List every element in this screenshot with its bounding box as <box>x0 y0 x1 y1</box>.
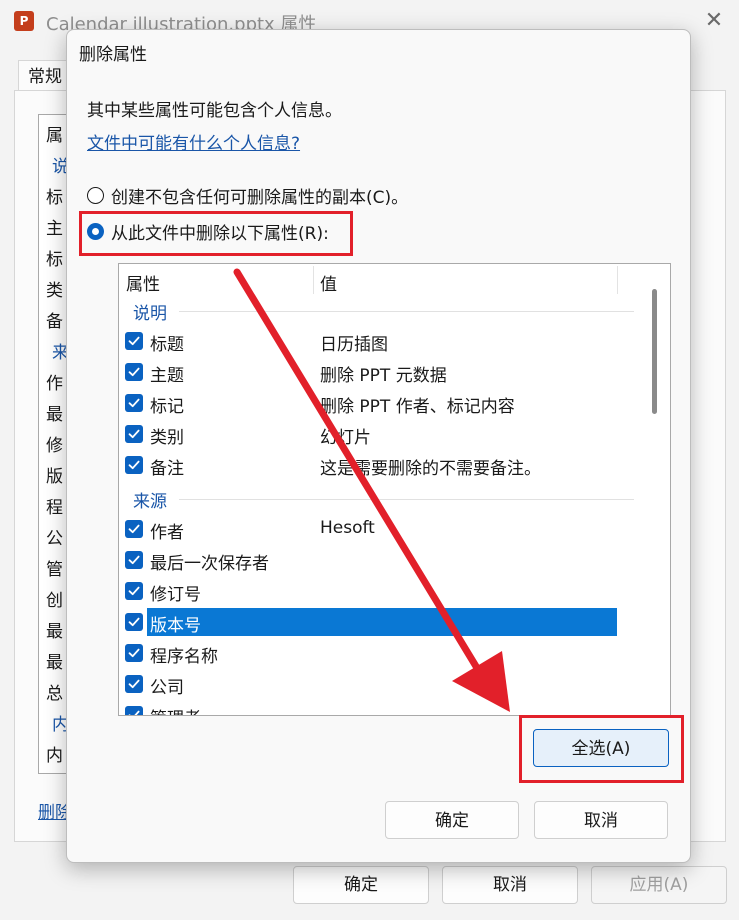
background-list-row: 公 <box>46 529 63 549</box>
cancel-button-background[interactable]: 取消 <box>442 866 578 904</box>
property-value: 删除 PPT 元数据 <box>320 366 447 386</box>
property-name: 版本号 <box>150 616 201 636</box>
background-list-row: 属 <box>46 126 63 146</box>
property-row[interactable]: 类别 幻灯片 <box>119 420 619 448</box>
property-checkbox[interactable] <box>125 394 143 412</box>
property-row[interactable]: 最后一次保存者 <box>119 546 619 574</box>
background-list-row: 标 <box>46 188 63 208</box>
column-header-property[interactable]: 属性 <box>126 270 160 295</box>
background-list-row: 版 <box>46 467 63 487</box>
column-header-value[interactable]: 值 <box>320 270 337 295</box>
highlight-box-select-all <box>519 715 684 783</box>
property-row[interactable]: 作者 Hesoft <box>119 515 619 543</box>
background-list-row: 最 <box>46 653 63 673</box>
background-list-row: 最 <box>46 622 63 642</box>
property-row[interactable]: 标题 日历插图 <box>119 327 619 355</box>
background-list-row: 最 <box>46 405 63 425</box>
cancel-button[interactable]: 取消 <box>534 801 668 839</box>
property-name: 最后一次保存者 <box>150 554 269 574</box>
ok-button-background[interactable]: 确定 <box>293 866 429 904</box>
background-list-row: 程 <box>46 498 63 518</box>
dialog-intro-text: 其中某些属性可能包含个人信息。 <box>87 101 342 121</box>
property-name: 主题 <box>150 366 184 386</box>
property-name-cell[interactable]: 程序名称 <box>147 639 617 667</box>
property-name: 类别 <box>150 428 184 448</box>
property-row[interactable]: 公司 <box>119 670 619 698</box>
property-row[interactable]: 修订号 <box>119 577 619 605</box>
property-name: 公司 <box>150 678 184 698</box>
property-row[interactable]: 版本号 <box>119 608 619 636</box>
vertical-scrollbar[interactable] <box>652 289 657 414</box>
close-icon[interactable]: ✕ <box>700 6 728 36</box>
section-label: 说明 <box>133 304 167 324</box>
property-row[interactable]: 程序名称 <box>119 639 619 667</box>
property-table: 属性 值 说明标题 日历插图主题 删除 PPT 元数据标记 删除 PPT 作者、标记内… <box>118 263 671 716</box>
property-name: 程序名称 <box>150 647 218 667</box>
remove-properties-dialog: 删除属性 其中某些属性可能包含个人信息。 文件中可能有什么个人信息? 创建不包含… <box>66 29 691 863</box>
dialog-title: 删除属性 <box>79 45 147 65</box>
background-list-row: 类 <box>46 281 63 301</box>
property-checkbox[interactable] <box>125 706 143 715</box>
property-checkbox[interactable] <box>125 644 143 662</box>
property-value: Hesoft <box>320 518 375 538</box>
property-checkbox[interactable] <box>125 456 143 474</box>
property-row[interactable]: 备注 这是需要删除的不需要备注。 <box>119 451 619 479</box>
background-list-row: 内 <box>46 746 63 766</box>
property-checkbox[interactable] <box>125 613 143 631</box>
property-value: 删除 PPT 作者、标记内容 <box>320 397 515 417</box>
property-name: 作者 <box>150 523 184 543</box>
property-name-cell[interactable]: 版本号 <box>147 608 617 636</box>
property-name-cell[interactable]: 类别 <box>147 420 617 448</box>
section-header: 说明 <box>119 296 639 324</box>
section-header: 来源 <box>119 484 639 512</box>
remove-properties-link[interactable]: 删除 <box>38 798 68 823</box>
property-checkbox[interactable] <box>125 520 143 538</box>
ok-button[interactable]: 确定 <box>385 801 519 839</box>
radio-create-copy[interactable] <box>87 186 104 204</box>
property-name: 修订号 <box>150 585 201 605</box>
table-header: 属性 值 <box>119 264 670 296</box>
property-name: 标题 <box>150 335 184 355</box>
property-checkbox[interactable] <box>125 551 143 569</box>
property-checkbox[interactable] <box>125 582 143 600</box>
property-name-cell[interactable]: 最后一次保存者 <box>147 546 617 574</box>
property-checkbox[interactable] <box>125 363 143 381</box>
property-name: 管理者 <box>150 704 201 715</box>
highlight-box-remove-option <box>79 211 353 256</box>
option-create-copy[interactable]: 创建不包含任何可删除属性的副本(C)。 <box>87 182 408 208</box>
property-checkbox[interactable] <box>125 425 143 443</box>
property-name-cell[interactable]: 作者 <box>147 515 617 543</box>
option-create-copy-label: 创建不包含任何可删除属性的副本(C)。 <box>111 187 409 208</box>
personal-info-help-link[interactable]: 文件中可能有什么个人信息? <box>87 129 300 154</box>
background-list-row: 作 <box>46 374 63 394</box>
property-row[interactable]: 管理者 <box>119 701 619 715</box>
background-list-row: 总 <box>46 684 63 704</box>
background-list-row: 标 <box>46 250 63 270</box>
background-list-row: 创 <box>46 591 63 611</box>
property-name-cell[interactable]: 公司 <box>147 670 617 698</box>
property-value: 这是需要删除的不需要备注。 <box>320 459 541 479</box>
background-list-row: 主 <box>46 219 63 239</box>
property-name-cell[interactable]: 修订号 <box>147 577 617 605</box>
background-list-row: 修 <box>46 436 63 456</box>
section-divider <box>179 499 634 500</box>
property-checkbox[interactable] <box>125 675 143 693</box>
section-label: 来源 <box>133 492 167 512</box>
background-list-row: 备 <box>46 312 63 332</box>
column-divider <box>617 266 618 294</box>
background-list-row: 管 <box>46 560 63 580</box>
column-divider <box>313 266 314 294</box>
property-name: 标记 <box>150 397 184 417</box>
property-row[interactable]: 标记 删除 PPT 作者、标记内容 <box>119 389 619 417</box>
property-checkbox[interactable] <box>125 332 143 350</box>
powerpoint-icon: P <box>14 11 34 31</box>
tab-general[interactable]: 常规 <box>18 60 72 93</box>
apply-button: 应用(A) <box>591 866 727 904</box>
property-value: 幻灯片 <box>320 428 371 448</box>
section-divider <box>179 311 634 312</box>
property-name-cell[interactable]: 管理者 <box>147 701 617 715</box>
property-name: 备注 <box>150 459 184 479</box>
property-row[interactable]: 主题 删除 PPT 元数据 <box>119 358 619 386</box>
property-value: 日历插图 <box>320 335 388 355</box>
